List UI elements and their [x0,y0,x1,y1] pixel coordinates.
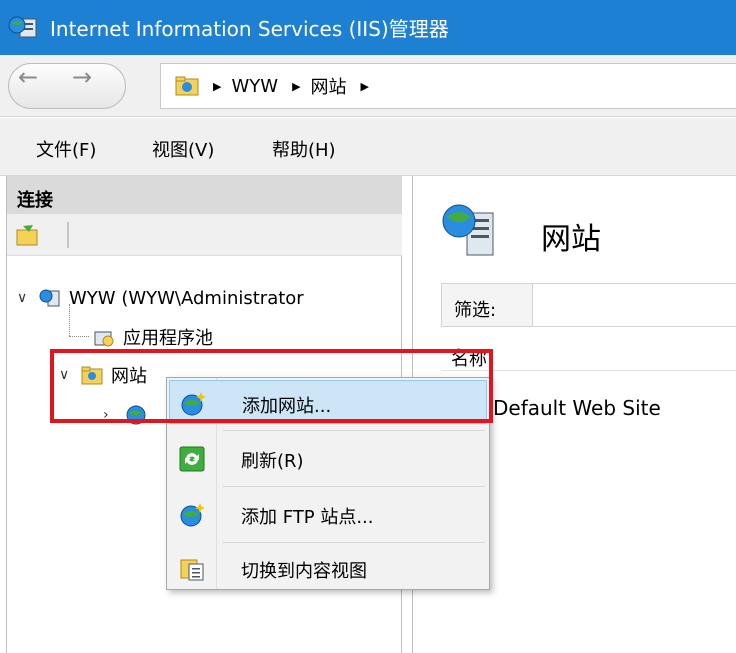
navigation-bar: ← → ▶ WYW ▶ 网站 ▶ [0,55,736,117]
breadcrumb-separator-icon[interactable]: ▶ [213,80,221,93]
context-label-content-view: 切换到内容视图 [241,561,367,582]
connections-header: 连接 [7,176,402,214]
back-arrow-icon[interactable]: ← [18,63,38,91]
tree-label-app-pools: 应用程序池 [123,328,213,349]
menu-bar: 文件(F) 视图(V) 帮助(H) [0,118,736,176]
tree-item-server[interactable]: ∨ WYW (WYW\Administrator [17,283,304,313]
address-bar[interactable]: ▶ WYW ▶ 网站 ▶ [160,63,736,109]
tree-label-server: WYW (WYW\Administrator [69,287,304,309]
menu-view[interactable]: 视图(V) [152,136,214,162]
globe-add-icon [179,502,205,528]
context-separator [223,430,485,431]
connect-icon[interactable] [15,222,41,248]
context-item-add-ftp[interactable]: 添加 FTP 站点... [169,492,487,536]
tree-connector [69,336,89,337]
forward-arrow-icon[interactable]: → [72,63,92,91]
sites-folder-icon [175,75,199,97]
breadcrumb-separator-icon[interactable]: ▶ [361,80,369,93]
page-title: 网站 [541,222,601,257]
filter-input[interactable] [532,284,736,326]
breadcrumb-sites[interactable]: 网站 [311,73,347,99]
breadcrumb-server[interactable]: WYW [231,76,278,97]
title-bar: Internet Information Services (IIS)管理器 [0,0,736,55]
breadcrumb-separator-icon[interactable]: ▶ [292,80,300,93]
chevron-down-icon[interactable]: ∨ [17,290,39,306]
tree-connector [69,304,70,336]
window-title: Internet Information Services (IIS)管理器 [50,17,449,41]
filter-bar: 筛选: [441,283,736,327]
connections-toolbar [7,214,402,256]
filter-label: 筛选: [454,300,497,321]
context-label-refresh: 刷新(R) [241,451,304,472]
tree-item-app-pools[interactable]: 应用程序池 [93,322,213,352]
iis-app-icon [6,13,44,43]
context-label-add-ftp: 添加 FTP 站点... [241,507,374,528]
server-icon [39,287,61,309]
menu-help[interactable]: 帮助(H) [272,136,336,162]
sites-globe-icon [437,201,507,261]
site-list-item[interactable]: Default Web Site [493,396,661,420]
connections-title: 连接 [17,190,53,211]
context-separator [223,486,485,487]
refresh-icon [179,446,205,472]
context-item-content-view[interactable]: 切换到内容视图 [169,546,487,590]
context-item-refresh[interactable]: 刷新(R) [169,436,487,480]
content-view-icon [179,556,205,582]
app-pool-icon [93,326,115,348]
toolbar-separator [67,222,69,248]
context-separator [223,542,485,543]
highlight-box [50,349,493,423]
menu-file[interactable]: 文件(F) [36,136,96,162]
